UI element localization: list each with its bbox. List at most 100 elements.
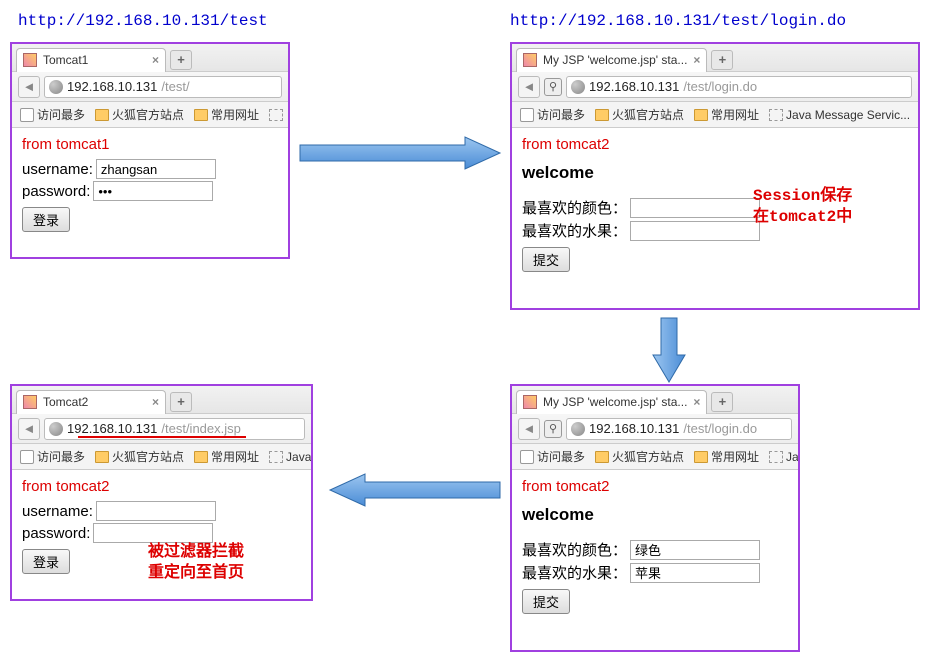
- bookmark-icon: [20, 450, 34, 464]
- new-tab-button[interactable]: +: [711, 392, 733, 412]
- bookmark-label: Ja: [786, 450, 798, 464]
- username-input[interactable]: [96, 501, 216, 521]
- bookmark-label: 火狐官方站点: [612, 106, 684, 123]
- globe-icon: [571, 80, 585, 94]
- fav-color-input[interactable]: [630, 540, 760, 560]
- bookmark-empty[interactable]: [265, 109, 287, 121]
- url-path: /test/: [161, 79, 189, 94]
- browser-tab[interactable]: Tomcat2 ×: [16, 390, 166, 414]
- bookmark-icon: [20, 108, 34, 122]
- bookmark-firefox-official[interactable]: 火狐官方站点: [91, 106, 188, 123]
- password-input[interactable]: [93, 523, 213, 543]
- username-input[interactable]: [96, 159, 216, 179]
- fav-color-row: 最喜欢的颜色：: [522, 539, 788, 560]
- username-row: username:: [22, 159, 278, 179]
- url-field[interactable]: 192.168.10.131/test/login.do: [566, 76, 912, 98]
- bookmark-most-visited[interactable]: 访问最多: [516, 106, 589, 123]
- submit-button[interactable]: 提交: [522, 247, 570, 272]
- bookmark-icon: [520, 450, 534, 464]
- bookmark-ja[interactable]: Ja: [765, 450, 798, 464]
- browser-tab[interactable]: My JSP 'welcome.jsp' sta... ×: [516, 48, 707, 72]
- bookmark-common-urls[interactable]: 常用网址: [690, 448, 763, 465]
- close-tab-icon[interactable]: ×: [693, 395, 700, 409]
- bookmark-most-visited[interactable]: 访问最多: [16, 448, 89, 465]
- bookmark-label: 火狐官方站点: [112, 106, 184, 123]
- url-label-left: http://192.168.10.131/test: [18, 12, 268, 30]
- browser-tab[interactable]: Tomcat1 ×: [16, 48, 166, 72]
- placeholder-icon: [269, 109, 283, 121]
- fav-fruit-input[interactable]: [630, 563, 760, 583]
- arrow-2-to-3: [649, 315, 689, 385]
- new-tab-button[interactable]: +: [170, 392, 192, 412]
- page-favicon-icon: [523, 395, 537, 409]
- bookmark-java[interactable]: Java: [265, 450, 311, 464]
- address-bar: ◄ ⚲ 192.168.10.131/test/login.do: [512, 72, 918, 102]
- url-host: 192.168.10.131: [67, 421, 157, 436]
- fav-fruit-label: 最喜欢的水果：: [522, 220, 627, 241]
- page-content: from tomcat2 welcome 最喜欢的颜色： 最喜欢的水果： 提交: [512, 128, 918, 280]
- bookmark-firefox-official[interactable]: 火狐官方站点: [591, 106, 688, 123]
- annotation-filter-redirect: 被过滤器拦截 重定向至首页: [148, 542, 244, 584]
- url-path: /test/index.jsp: [161, 421, 241, 436]
- url-field[interactable]: 192.168.10.131/test/: [44, 76, 282, 98]
- placeholder-icon: [269, 451, 283, 463]
- bookmark-firefox-official[interactable]: 火狐官方站点: [91, 448, 188, 465]
- url-underline-highlight: [78, 436, 246, 438]
- url-path: /test/login.do: [683, 421, 757, 436]
- bookmark-jms[interactable]: Java Message Servic...: [765, 108, 914, 122]
- back-button[interactable]: ◄: [18, 418, 40, 440]
- tab-bar: My JSP 'welcome.jsp' sta... × +: [512, 386, 798, 414]
- bookmark-most-visited[interactable]: 访问最多: [16, 106, 89, 123]
- back-button[interactable]: ◄: [18, 76, 40, 98]
- bookmark-common-urls[interactable]: 常用网址: [190, 106, 263, 123]
- submit-button[interactable]: 提交: [522, 589, 570, 614]
- folder-icon: [194, 109, 208, 121]
- password-row: password:: [22, 181, 278, 201]
- bookmark-label: 常用网址: [211, 448, 259, 465]
- bookmark-label: 常用网址: [711, 448, 759, 465]
- proxy-icon[interactable]: ⚲: [544, 420, 562, 438]
- url-field[interactable]: 192.168.10.131/test/login.do: [566, 418, 792, 440]
- username-label: username:: [22, 503, 93, 520]
- bookmark-most-visited[interactable]: 访问最多: [516, 448, 589, 465]
- password-input[interactable]: [93, 181, 213, 201]
- bookmarks-bar: 访问最多 火狐官方站点 常用网址 Java: [12, 444, 311, 470]
- annotation-line-1: Session保存: [753, 186, 852, 207]
- bookmark-label: 访问最多: [37, 106, 85, 123]
- proxy-icon[interactable]: ⚲: [544, 78, 562, 96]
- bookmark-firefox-official[interactable]: 火狐官方站点: [591, 448, 688, 465]
- fav-color-input[interactable]: [630, 198, 760, 218]
- address-bar: ◄ 192.168.10.131/test/index.jsp: [12, 414, 311, 444]
- new-tab-button[interactable]: +: [711, 50, 733, 70]
- username-label: username:: [22, 161, 93, 178]
- bookmark-common-urls[interactable]: 常用网址: [690, 106, 763, 123]
- folder-icon: [694, 451, 708, 463]
- tab-bar: Tomcat1 × +: [12, 44, 288, 72]
- page-favicon-icon: [523, 53, 537, 67]
- browser-tab[interactable]: My JSP 'welcome.jsp' sta... ×: [516, 390, 707, 414]
- back-button[interactable]: ◄: [518, 418, 540, 440]
- close-tab-icon[interactable]: ×: [152, 53, 159, 67]
- password-row: password:: [22, 523, 301, 543]
- welcome-heading: welcome: [522, 505, 788, 525]
- back-button[interactable]: ◄: [518, 76, 540, 98]
- bookmark-label: 火狐官方站点: [112, 448, 184, 465]
- welcome-heading: welcome: [522, 163, 908, 183]
- login-button[interactable]: 登录: [22, 207, 70, 232]
- login-button[interactable]: 登录: [22, 549, 70, 574]
- fav-color-label: 最喜欢的颜色：: [522, 539, 627, 560]
- folder-icon: [95, 109, 109, 121]
- folder-icon: [194, 451, 208, 463]
- from-tomcat-label: from tomcat2: [22, 478, 301, 495]
- url-host: 192.168.10.131: [589, 421, 679, 436]
- from-tomcat-label: from tomcat2: [522, 136, 908, 153]
- close-tab-icon[interactable]: ×: [693, 53, 700, 67]
- close-tab-icon[interactable]: ×: [152, 395, 159, 409]
- tab-bar: Tomcat2 × +: [12, 386, 311, 414]
- bookmarks-bar: 访问最多 火狐官方站点 常用网址 Java Message Servic...: [512, 102, 918, 128]
- fav-fruit-input[interactable]: [630, 221, 760, 241]
- annotation-session-saved: Session保存 在tomcat2中: [753, 186, 852, 228]
- bookmark-common-urls[interactable]: 常用网址: [190, 448, 263, 465]
- new-tab-button[interactable]: +: [170, 50, 192, 70]
- tab-title: My JSP 'welcome.jsp' sta...: [543, 53, 687, 67]
